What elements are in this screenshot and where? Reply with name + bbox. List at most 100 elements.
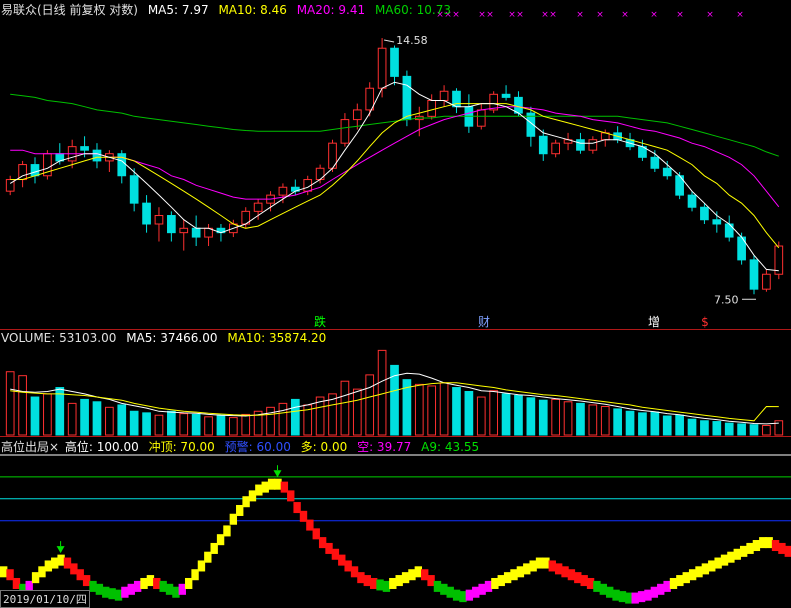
price-chart-panel[interactable]: × × × × × × × × × × × × × × × × 14.58 7.50 跌财增 $ 易联众(日线 前复权… bbox=[0, 0, 791, 329]
volume-bar bbox=[724, 422, 734, 436]
ma60-line bbox=[10, 93, 779, 157]
indicator-block bbox=[637, 591, 646, 603]
volume-bar bbox=[129, 410, 139, 436]
cross-marker: × bbox=[736, 10, 744, 20]
indicator-block bbox=[95, 583, 104, 595]
indicator-block bbox=[216, 534, 225, 546]
indicator-block bbox=[121, 586, 129, 598]
cross-marker: × bbox=[676, 10, 684, 20]
indicator-block bbox=[484, 580, 493, 592]
indicator-block bbox=[280, 481, 289, 493]
indicator-block bbox=[625, 592, 633, 604]
event-marker: 跌 bbox=[314, 314, 326, 329]
volume-bar bbox=[464, 391, 474, 436]
indicator-block bbox=[491, 577, 499, 589]
indicator-block bbox=[701, 563, 710, 575]
indicator-block bbox=[644, 589, 652, 601]
indicator-block bbox=[708, 560, 716, 572]
indicator-block bbox=[465, 589, 474, 601]
candle-body bbox=[687, 194, 697, 208]
event-marker: $ bbox=[701, 315, 709, 329]
indicator-block bbox=[184, 577, 193, 589]
indicator-block bbox=[446, 586, 454, 598]
indicator-block bbox=[312, 528, 320, 540]
volume-bar bbox=[514, 394, 523, 436]
candle-body bbox=[390, 47, 399, 77]
date-tag: 2019/01/10/四 bbox=[0, 590, 90, 608]
ma5-line bbox=[9, 81, 779, 272]
volume-bar bbox=[749, 424, 759, 436]
volume-bar bbox=[18, 375, 27, 436]
indicator-block bbox=[350, 566, 359, 578]
indicator-block bbox=[255, 484, 263, 496]
volume-bar bbox=[551, 398, 561, 436]
indicator-block bbox=[229, 513, 238, 525]
indicator-block bbox=[44, 560, 53, 572]
indicator-block bbox=[12, 577, 21, 589]
indicator-block bbox=[51, 557, 59, 569]
indicator-block bbox=[344, 560, 352, 572]
a9-value: A9: 43.55 bbox=[421, 440, 480, 454]
volume-bar bbox=[563, 401, 573, 436]
indicator-block bbox=[414, 566, 423, 578]
stock-title: 易联众(日线 前复权 对数) bbox=[1, 3, 138, 17]
indicator-block bbox=[561, 566, 569, 578]
indicator-block bbox=[70, 563, 78, 575]
indicator-block bbox=[676, 575, 684, 587]
indicator-block bbox=[331, 548, 340, 560]
indicator-block bbox=[599, 583, 608, 595]
indicator-block bbox=[631, 592, 639, 604]
volume-bar bbox=[290, 398, 300, 436]
volume-bar bbox=[600, 406, 610, 436]
indicator-block bbox=[197, 560, 206, 572]
price-chart[interactable]: × × × × × × × × × × × × × × × ×14.587.50跌财增 $ bbox=[0, 0, 791, 329]
indicator-block bbox=[267, 478, 276, 490]
event-marker: 增 bbox=[648, 315, 660, 329]
indicator-block bbox=[242, 496, 250, 508]
volume-bar bbox=[489, 390, 499, 436]
indicator-block bbox=[529, 560, 537, 572]
indicator-block bbox=[389, 577, 397, 589]
ma20-value: MA20: 9.41 bbox=[296, 3, 366, 17]
cross-marker: × bbox=[516, 10, 524, 20]
candle-body bbox=[278, 186, 288, 196]
volume-bar bbox=[204, 416, 213, 436]
candle-body bbox=[538, 135, 548, 155]
event-marker: 财 bbox=[478, 315, 490, 329]
high-level-value: 高位: 100.00 bbox=[64, 440, 139, 454]
indicator-block bbox=[523, 563, 531, 575]
candle-body bbox=[253, 202, 263, 212]
indicator-block bbox=[452, 589, 461, 601]
volume-chart[interactable] bbox=[0, 330, 791, 437]
volume-bar bbox=[675, 414, 684, 436]
indicator-block bbox=[210, 542, 218, 554]
volume-bar bbox=[278, 402, 288, 436]
indicator-block bbox=[663, 580, 671, 592]
volume-chart-panel[interactable]: VOLUME: 53103.00 MA5: 37466.00 MA10: 358… bbox=[0, 329, 791, 437]
volume-header: VOLUME: 53103.00 MA5: 37466.00 MA10: 358… bbox=[1, 331, 332, 345]
indicator-block bbox=[408, 569, 416, 581]
indicator-chart[interactable] bbox=[0, 437, 791, 607]
indicator-block bbox=[472, 586, 480, 598]
indicator-block bbox=[274, 478, 282, 490]
indicator-block bbox=[248, 490, 257, 502]
indicator-block bbox=[606, 586, 614, 598]
indicator-chart-panel[interactable]: 高位出局× 高位: 100.00 冲顶: 70.00 预警: 60.00 多: … bbox=[0, 436, 791, 608]
indicator-block bbox=[510, 569, 518, 581]
volume-bar bbox=[105, 406, 114, 436]
indicator-block bbox=[287, 490, 295, 502]
indicator-block bbox=[357, 572, 365, 584]
volume-bar bbox=[67, 402, 77, 436]
indicator-block bbox=[153, 577, 161, 589]
low-price-label: 7.50 bbox=[714, 293, 739, 306]
volume-bar bbox=[179, 413, 189, 436]
indicator-block bbox=[516, 566, 525, 578]
volume-bar bbox=[613, 408, 622, 436]
volume-bar bbox=[30, 396, 40, 436]
ma10-value: MA10: 8.46 bbox=[218, 3, 287, 17]
cross-marker: × bbox=[576, 10, 584, 20]
indicator-block bbox=[733, 548, 741, 560]
volume-bar bbox=[588, 404, 598, 436]
indicator-block bbox=[503, 572, 512, 584]
volume-bar bbox=[476, 396, 486, 436]
